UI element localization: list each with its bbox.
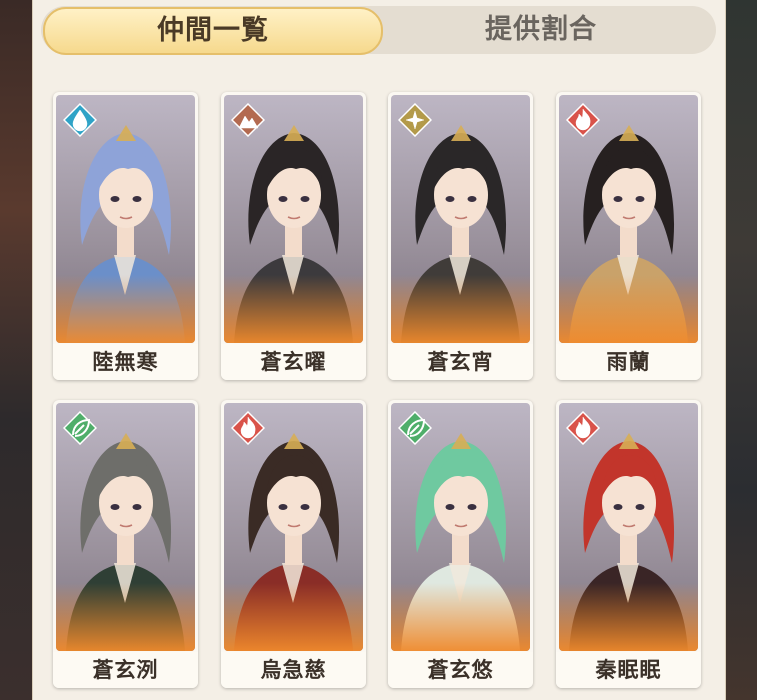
character-name: 陸無寒 [53, 344, 198, 380]
character-card[interactable]: 陸無寒 [53, 92, 198, 380]
character-card[interactable]: 烏急慈 [221, 400, 366, 688]
character-name: 烏急慈 [221, 652, 366, 688]
water-icon [63, 103, 97, 137]
character-portrait [224, 95, 363, 343]
character-card[interactable]: 蒼玄曜 [221, 92, 366, 380]
character-portrait [559, 95, 698, 343]
character-portrait [391, 403, 530, 651]
tab-party-list[interactable]: 仲間一覧 [43, 7, 383, 55]
tab-bar: 仲間一覧 提供割合 [41, 6, 716, 55]
character-card[interactable]: 雨蘭 [556, 92, 701, 380]
fire-icon [231, 411, 265, 445]
character-name: 蒼玄悠 [388, 652, 533, 688]
wind-icon [63, 411, 97, 445]
character-portrait [56, 95, 195, 343]
fire-icon [566, 103, 600, 137]
character-card[interactable]: 蒼玄宵 [388, 92, 533, 380]
character-portrait [224, 403, 363, 651]
character-portrait [391, 95, 530, 343]
character-name: 蒼玄曜 [221, 344, 366, 380]
wind-icon [398, 411, 432, 445]
character-name: 秦眠眠 [556, 652, 701, 688]
character-name: 蒼玄洌 [53, 652, 198, 688]
character-card[interactable]: 秦眠眠 [556, 400, 701, 688]
light-icon [398, 103, 432, 137]
earth-icon [231, 103, 265, 137]
character-card[interactable]: 蒼玄洌 [53, 400, 198, 688]
fire-icon [566, 411, 600, 445]
character-card[interactable]: 蒼玄悠 [388, 400, 533, 688]
party-panel: 仲間一覧 提供割合 陸無寒 蒼玄曜 蒼玄宵 雨蘭蒼玄洌 烏急慈 蒼玄悠 秦眠眠 [33, 0, 725, 700]
character-portrait [559, 403, 698, 651]
tab-drop-rates[interactable]: 提供割合 [391, 6, 691, 54]
character-name: 雨蘭 [556, 344, 701, 380]
character-portrait [56, 403, 195, 651]
character-name: 蒼玄宵 [388, 344, 533, 380]
